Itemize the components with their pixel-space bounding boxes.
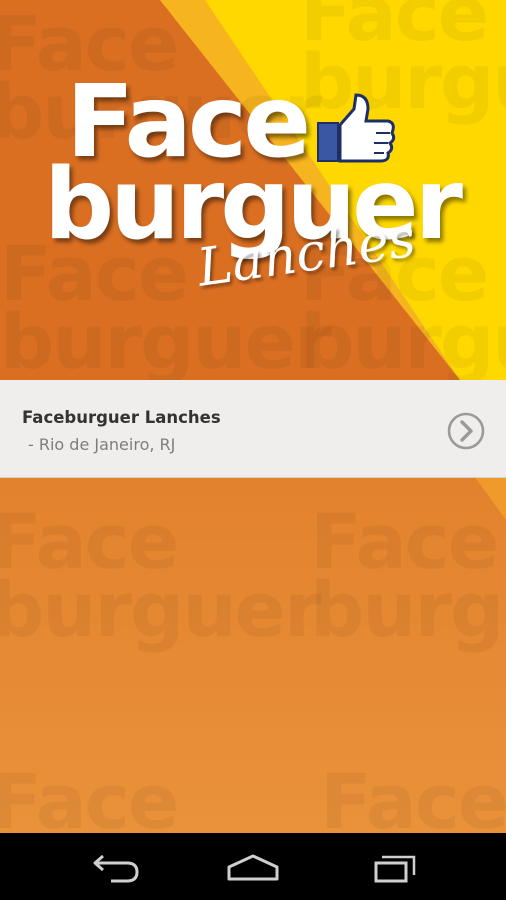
item-location: - Rio de Janeiro, RJ bbox=[28, 435, 176, 454]
list-item[interactable]: Faceburguer Lanches - Rio de Janeiro, RJ bbox=[0, 380, 506, 478]
chevron-right-circle-icon[interactable] bbox=[446, 411, 486, 451]
watermark-logo: Face bbox=[320, 757, 506, 833]
app-logo: Face burguer Lanches bbox=[0, 0, 506, 380]
home-button[interactable] bbox=[223, 847, 283, 887]
recent-apps-icon bbox=[374, 855, 416, 883]
watermark-logo: Faceburguer bbox=[310, 497, 506, 655]
item-title: Faceburguer Lanches bbox=[22, 408, 221, 427]
watermark-logo: Face bbox=[0, 757, 179, 833]
watermark-logo: Faceburguer bbox=[0, 497, 322, 655]
home-icon bbox=[227, 854, 279, 881]
recent-apps-button[interactable] bbox=[366, 847, 426, 887]
back-button[interactable] bbox=[83, 847, 143, 887]
back-icon bbox=[93, 854, 139, 883]
navigation-bar bbox=[0, 833, 506, 900]
